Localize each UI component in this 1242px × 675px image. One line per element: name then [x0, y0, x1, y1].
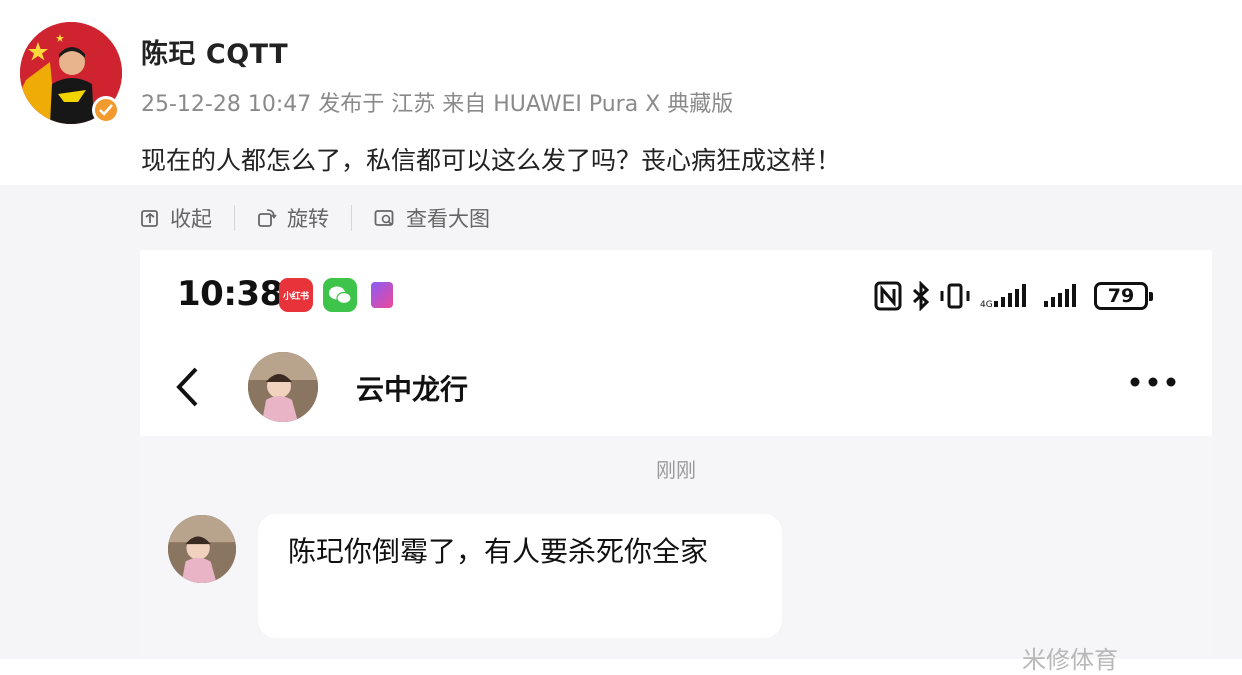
divider [351, 205, 352, 231]
chat-body: 刚刚 陈玘你倒霉了，有人要杀死你全家 [140, 436, 1212, 659]
status-icons: 4G 79 [874, 278, 1153, 314]
bluetooth-icon [912, 281, 930, 311]
rotate-button[interactable]: 旋转 [257, 203, 329, 233]
chat-header: 云中龙行 [140, 340, 1212, 436]
divider [234, 205, 235, 231]
watermark: 米修体育 [1022, 646, 1118, 674]
back-icon[interactable] [174, 366, 200, 408]
image-actions: 收起 旋转 查看大图 [140, 200, 490, 236]
rotate-icon [258, 209, 277, 227]
author-name[interactable]: 陈玘 CQTT [141, 32, 288, 71]
wechat-icon [323, 278, 357, 312]
battery-indicator: 79 [1094, 282, 1153, 310]
svg-text:4G: 4G [980, 300, 993, 310]
view-image-label: 查看大图 [406, 207, 490, 231]
collapse-icon [141, 210, 158, 227]
nfc-icon [874, 281, 902, 311]
status-time: 10:38 [177, 274, 283, 314]
view-image-button[interactable]: 查看大图 [374, 203, 490, 233]
rotate-label: 旋转 [287, 207, 329, 231]
sender-avatar[interactable] [168, 515, 236, 583]
contact-name: 云中龙行 [356, 373, 469, 406]
xiaohongshu-icon: 小红书 [279, 278, 313, 312]
signal-icon: 4G [980, 284, 1026, 310]
more-options-icon[interactable] [1129, 376, 1177, 388]
verified-badge-icon [92, 96, 120, 124]
message-bubble[interactable]: 陈玘你倒霉了，有人要杀死你全家 [258, 514, 782, 638]
post-header: 陈玘 CQTT 25-12-28 10:47 发布于 江苏 来自 HUAWEI … [0, 0, 1242, 185]
app-icon [371, 282, 393, 308]
chat-screenshot: 10:38 小红书 4G 79 云中龙行 刚刚 陈玘你倒霉了，有人要杀死你全家 [140, 250, 1212, 659]
signal-icon [1044, 284, 1076, 307]
contact-avatar[interactable] [248, 352, 318, 422]
post-meta: 25-12-28 10:47 发布于 江苏 来自 HUAWEI Pura X 典… [141, 92, 734, 117]
collapse-button[interactable]: 收起 [140, 203, 212, 233]
collapse-label: 收起 [170, 207, 212, 231]
view-image-icon [374, 210, 394, 226]
post-text: 现在的人都怎么了，私信都可以这么发了吗？丧心病狂成这样！ [141, 146, 842, 175]
message-timestamp: 刚刚 [656, 458, 696, 482]
vibrate-icon [940, 283, 970, 309]
